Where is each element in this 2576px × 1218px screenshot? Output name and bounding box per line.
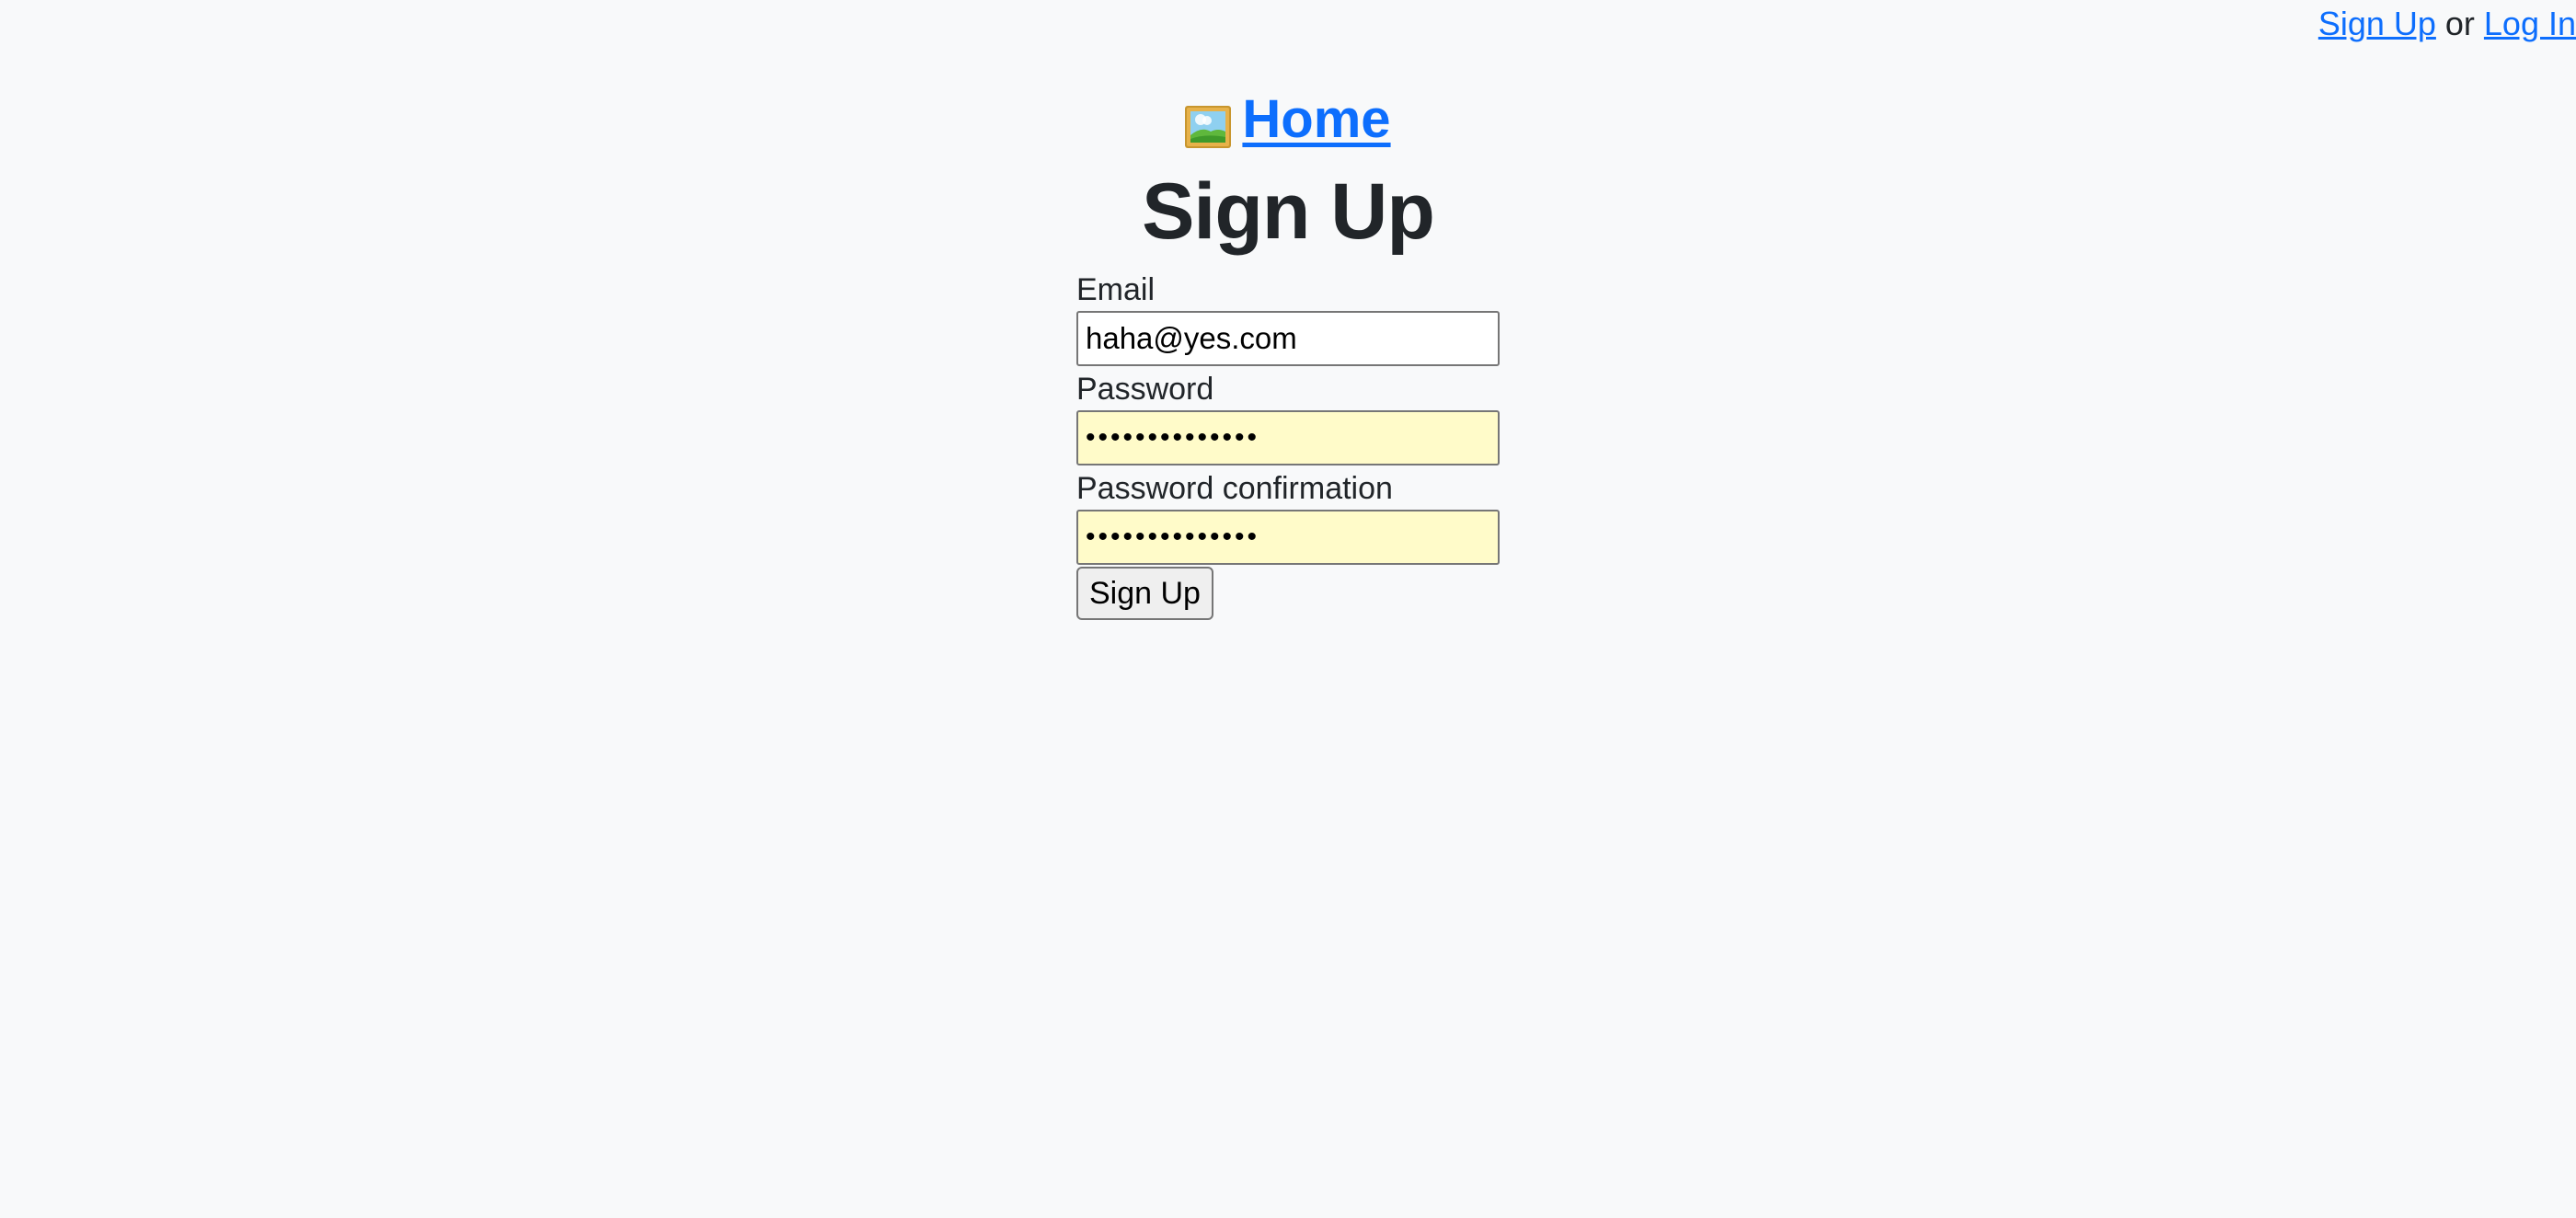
signup-link[interactable]: Sign Up [2318, 5, 2436, 42]
password-field[interactable] [1076, 410, 1500, 465]
auth-nav: Sign Up or Log In [2318, 4, 2576, 44]
main-content: Home Sign Up [0, 87, 2576, 258]
framed-picture-icon [1185, 98, 1232, 148]
signup-form: Email Password Password confirmation Sig… [1076, 270, 1500, 620]
password-group: Password [1076, 370, 1500, 465]
login-link[interactable]: Log In [2484, 5, 2576, 42]
password-confirmation-label: Password confirmation [1076, 471, 1393, 506]
email-label: Email [1076, 272, 1156, 307]
email-field[interactable] [1076, 311, 1500, 366]
auth-nav-separator: or [2444, 5, 2475, 42]
password-confirmation-field[interactable] [1076, 510, 1500, 565]
signup-submit-button[interactable]: Sign Up [1076, 567, 1213, 620]
password-label: Password [1076, 372, 1214, 407]
page-title: Sign Up [1142, 167, 1435, 256]
home-link[interactable]: Home [1185, 87, 1391, 152]
email-group: Email [1076, 270, 1500, 366]
home-link-label: Home [1242, 89, 1391, 149]
password-confirmation-group: Password confirmation [1076, 469, 1500, 565]
